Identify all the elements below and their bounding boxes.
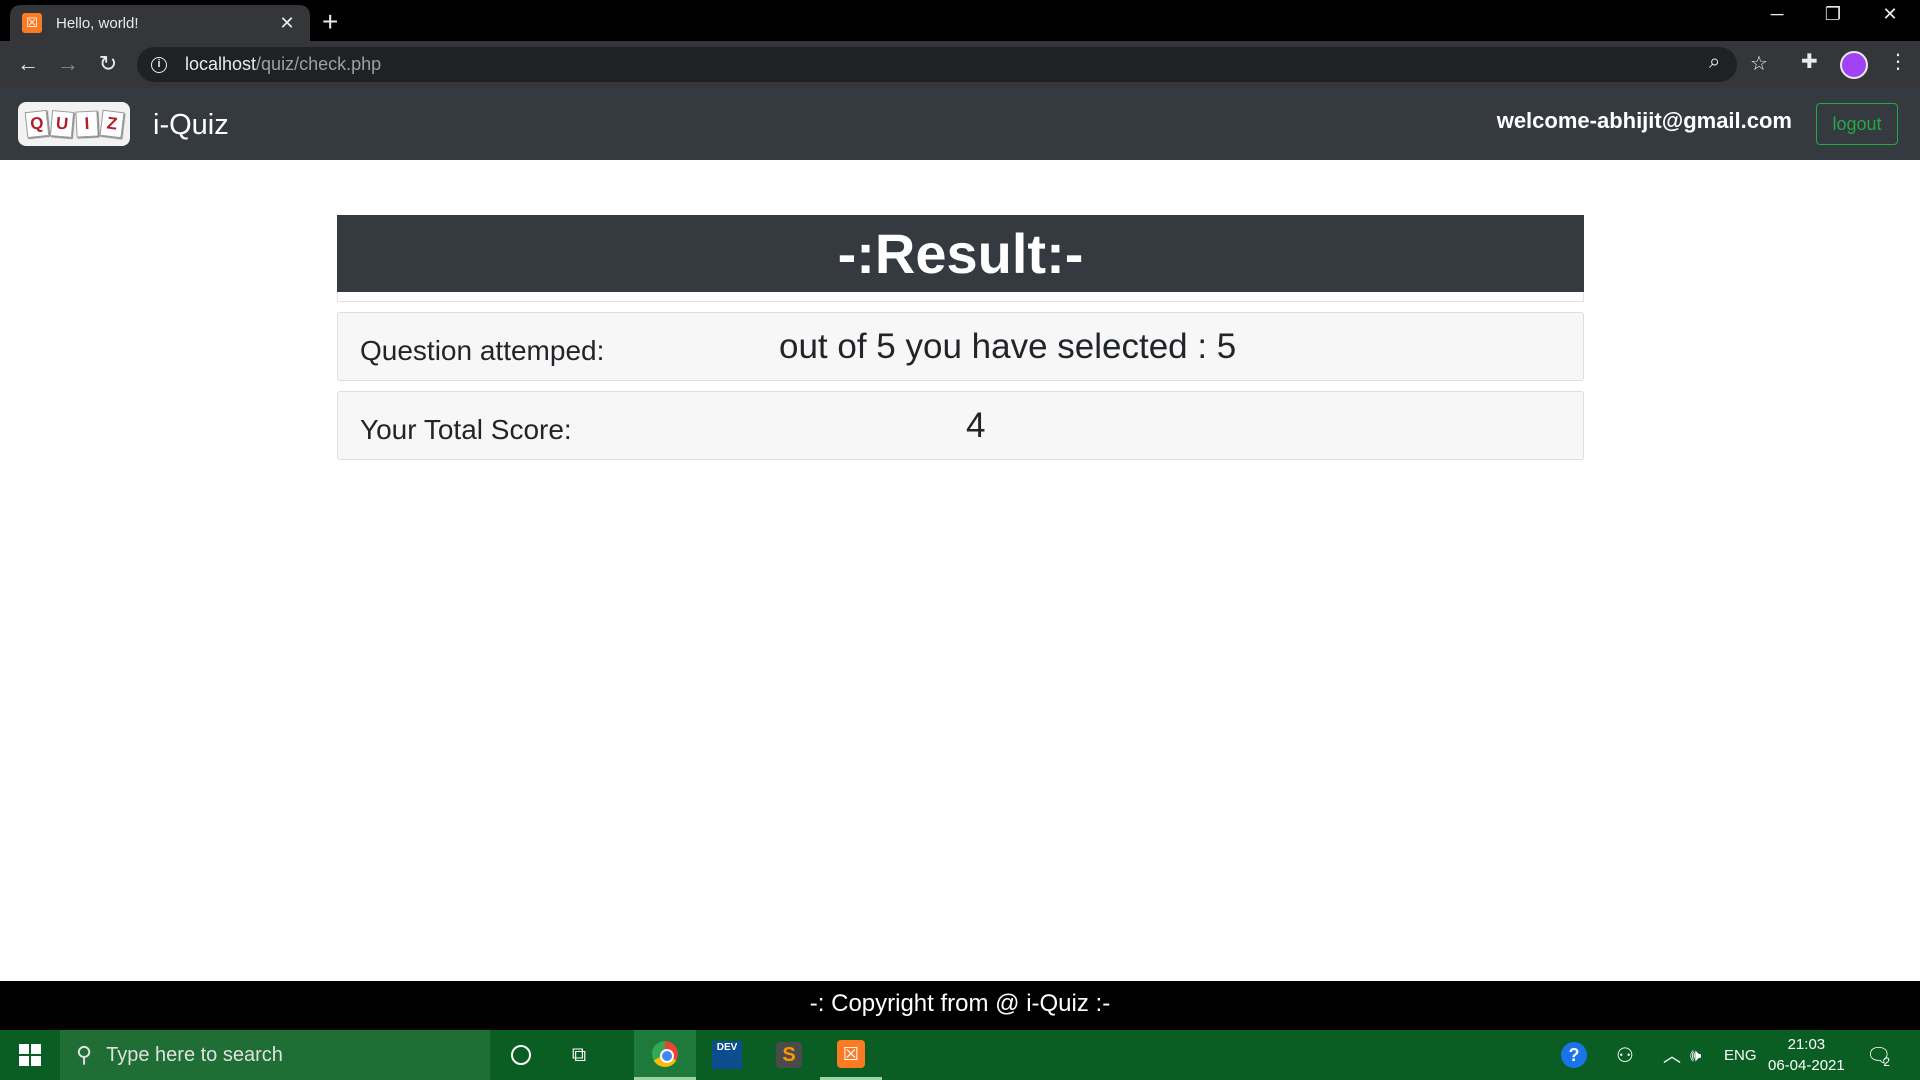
tab-title: Hello, world! (56, 14, 139, 32)
quiz-logo[interactable]: Q U I Z (18, 102, 130, 146)
welcome-text: welcome-abhijit@gmail.com (1496, 108, 1792, 133)
notification-icon[interactable]: 🗨 2 (1866, 1030, 1891, 1080)
xampp-taskbar-icon[interactable]: ☒ (820, 1030, 882, 1080)
taskbar-search-box[interactable]: ⚲ Type here to search (60, 1030, 490, 1080)
xampp-icon: ☒ (22, 13, 42, 33)
browser-tab[interactable]: ☒ Hello, world! ✕ (10, 5, 310, 41)
search-placeholder: Type here to search (106, 1043, 283, 1066)
logo-letter: U (49, 110, 74, 138)
volume-icon[interactable]: 🕪 (1690, 1030, 1701, 1080)
restore-icon[interactable]: ❐ (1813, 4, 1853, 25)
logo-letter: I (74, 110, 99, 138)
people-icon[interactable]: ⚇ (1616, 1030, 1634, 1080)
new-tab-button[interactable]: + (322, 6, 338, 38)
windows-start-icon[interactable] (0, 1030, 60, 1080)
clock-date: 06-04-2021 (1768, 1057, 1845, 1074)
extensions-icon[interactable]: ✚ (1801, 49, 1818, 74)
brand-name[interactable]: i-Quiz (153, 109, 229, 142)
close-window-icon[interactable]: ✕ (1870, 4, 1910, 25)
sublime-taskbar-icon[interactable]: S (758, 1030, 820, 1080)
devcpp-taskbar-icon[interactable]: DEV (696, 1030, 758, 1080)
search-icon: ⚲ (76, 1042, 93, 1067)
url-host: localhost (185, 54, 257, 74)
logout-button[interactable]: logout (1816, 103, 1898, 145)
back-icon[interactable]: ← (12, 49, 44, 81)
chrome-menu-icon[interactable]: ⋮ (1888, 49, 1908, 74)
minimize-icon[interactable]: ─ (1757, 4, 1797, 25)
taskbar-clock[interactable]: 21:03 06-04-2021 (1768, 1034, 1845, 1076)
url-path: /quiz/check.php (256, 54, 382, 74)
reload-icon[interactable]: ↻ (92, 49, 124, 81)
cortana-icon[interactable] (490, 1030, 552, 1080)
zoom-icon[interactable]: ⌕ (1709, 51, 1720, 74)
result-heading: -:Result:- (337, 215, 1584, 292)
forward-icon[interactable]: → (52, 49, 84, 81)
browser-tab-bar: ☒ Hello, world! ✕ + ─ ❐ ✕ (0, 0, 1920, 41)
close-tab-icon[interactable]: ✕ (276, 13, 298, 34)
help-icon[interactable]: ? (1561, 1030, 1587, 1080)
attempted-row: Question attemped: out of 5 you have sel… (337, 312, 1584, 381)
profile-avatar[interactable] (1840, 51, 1868, 79)
clock-time: 21:03 (1787, 1036, 1826, 1053)
notification-count: 2 (1883, 1055, 1891, 1069)
windows-taskbar: ⚲ Type here to search ⧉ DEV S ☒ ? ⚇ ︿ 🕪 … (0, 1030, 1920, 1080)
page-footer: -: Copyright from @ i-Quiz :- (0, 981, 1920, 1030)
attempted-value: out of 5 you have selected : 5 (779, 327, 1237, 366)
task-view-icon[interactable]: ⧉ (548, 1030, 610, 1080)
logo-letter: Q (24, 109, 49, 139)
url-bar[interactable]: i localhost/quiz/check.php ⌕ ☆ (137, 47, 1768, 82)
site-info-icon[interactable]: i (151, 56, 167, 73)
logo-letter: Z (98, 109, 125, 139)
language-indicator[interactable]: ENG (1724, 1030, 1757, 1080)
score-value: 4 (966, 406, 986, 445)
chrome-taskbar-icon[interactable] (634, 1030, 696, 1080)
chevron-up-icon[interactable]: ︿ (1663, 1030, 1681, 1080)
bookmark-star-icon[interactable]: ☆ (1750, 51, 1768, 76)
site-navbar: Q U I Z i-Quiz welcome-abhijit@gmail.com… (0, 88, 1920, 160)
address-toolbar: ← → ↻ i localhost/quiz/check.php ⌕ ☆ ✚ ⋮ (0, 41, 1920, 88)
score-label: Your Total Score: (360, 414, 572, 445)
result-divider (337, 292, 1584, 302)
attempted-label: Question attemped: (360, 335, 605, 366)
score-row: Your Total Score: 4 (337, 391, 1584, 460)
result-card: -:Result:- Question attemped: out of 5 y… (337, 215, 1584, 460)
